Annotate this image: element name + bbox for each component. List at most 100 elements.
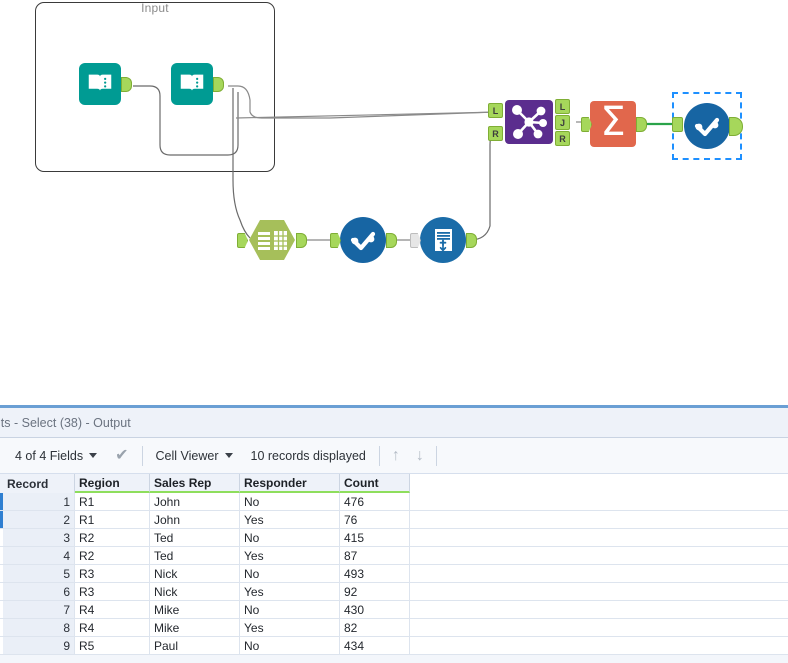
join-output-port-join[interactable]: J	[555, 115, 570, 130]
cell-region[interactable]: R3	[75, 565, 150, 582]
chevron-down-icon[interactable]	[224, 453, 233, 458]
cell-viewer-selector[interactable]: Cell Viewer	[147, 443, 242, 469]
cell-sales-rep[interactable]: Mike	[150, 619, 240, 636]
table-row[interactable]: 2 R1 John Yes 76	[0, 511, 788, 529]
cell-responder[interactable]: Yes	[240, 511, 340, 528]
cell-sales-rep[interactable]: John	[150, 493, 240, 510]
join-output-port-right[interactable]: R	[555, 131, 570, 146]
workflow-canvas[interactable]: Input L R L J R Σ	[0, 0, 788, 405]
scroll-up-button[interactable]: ↑	[384, 447, 408, 464]
output-port[interactable]	[636, 117, 647, 132]
table-row[interactable]: 5 R3 Nick No 493	[0, 565, 788, 583]
cell-region[interactable]: R1	[75, 511, 150, 528]
output-port[interactable]	[213, 77, 224, 92]
row-filler	[410, 493, 788, 510]
output-port[interactable]	[121, 77, 132, 92]
cell-responder[interactable]: Yes	[240, 583, 340, 600]
sigma-icon: Σ	[590, 101, 636, 147]
cell-count[interactable]: 76	[340, 511, 410, 528]
table-row[interactable]: 6 R3 Nick Yes 92	[0, 583, 788, 601]
scroll-down-button[interactable]: ↓	[408, 447, 432, 464]
select-tool[interactable]	[237, 216, 307, 264]
cell-sales-rep[interactable]: Mike	[150, 601, 240, 618]
cell-record[interactable]: 3	[3, 529, 75, 546]
cell-responder[interactable]: No	[240, 529, 340, 546]
input-port[interactable]	[237, 233, 248, 248]
cell-responder[interactable]: Yes	[240, 547, 340, 564]
cell-record[interactable]: 8	[3, 619, 75, 636]
cell-record[interactable]: 7	[3, 601, 75, 618]
cell-responder[interactable]: Yes	[240, 619, 340, 636]
table-row[interactable]: 7 R4 Mike No 430	[0, 601, 788, 619]
cell-region[interactable]: R2	[75, 547, 150, 564]
table-row[interactable]: 8 R4 Mike Yes 82	[0, 619, 788, 637]
cell-sales-rep[interactable]: Nick	[150, 583, 240, 600]
cell-count[interactable]: 476	[340, 493, 410, 510]
results-table[interactable]: Record Region Sales Rep Responder Count …	[0, 474, 788, 655]
row-filler	[410, 583, 788, 600]
cell-record[interactable]: 2	[3, 511, 75, 528]
check-icon: ✔	[115, 446, 129, 464]
output-port[interactable]	[386, 233, 397, 248]
cell-record[interactable]: 9	[3, 637, 75, 654]
cell-count[interactable]: 493	[340, 565, 410, 582]
input-data-tool-1[interactable]	[79, 63, 132, 105]
cell-sales-rep[interactable]: Paul	[150, 637, 240, 654]
browse-tool-selected[interactable]	[672, 103, 743, 149]
table-row[interactable]: 1 R1 John No 476	[0, 493, 788, 511]
apply-check-button[interactable]: ✔	[106, 443, 137, 469]
table-row[interactable]: 4 R2 Ted Yes 87	[0, 547, 788, 565]
cell-count[interactable]: 82	[340, 619, 410, 636]
cell-responder[interactable]: No	[240, 565, 340, 582]
cell-region[interactable]: R1	[75, 493, 150, 510]
tool-container[interactable]	[35, 2, 275, 172]
toolbar-divider	[141, 445, 143, 466]
cell-region[interactable]: R2	[75, 529, 150, 546]
cell-sales-rep[interactable]: John	[150, 511, 240, 528]
output-port[interactable]	[296, 233, 307, 248]
input-port[interactable]	[672, 117, 683, 132]
results-panel-title: lts - Select (38) - Output	[0, 408, 788, 438]
table-row[interactable]: 3 R2 Ted No 415	[0, 529, 788, 547]
column-header-region[interactable]: Region	[75, 474, 150, 493]
cell-record[interactable]: 4	[3, 547, 75, 564]
cell-count[interactable]: 92	[340, 583, 410, 600]
join-tool[interactable]: L R L J R	[488, 99, 570, 146]
column-header-record[interactable]: Record	[3, 474, 75, 493]
application-window: Input L R L J R Σ lts - Select (38) - Ou…	[0, 0, 788, 663]
cell-count[interactable]: 430	[340, 601, 410, 618]
table-row[interactable]: 9 R5 Paul No 434	[0, 637, 788, 655]
cell-record[interactable]: 1	[3, 493, 75, 510]
column-header-sales-rep[interactable]: Sales Rep	[150, 474, 240, 493]
fields-selector[interactable]: 4 of 4 Fields	[6, 443, 106, 469]
chevron-down-icon[interactable]	[89, 453, 98, 458]
input-data-tool-2[interactable]	[171, 63, 224, 105]
cell-region[interactable]: R4	[75, 619, 150, 636]
cell-responder[interactable]: No	[240, 493, 340, 510]
column-header-responder[interactable]: Responder	[240, 474, 340, 493]
browse-tool-1[interactable]	[330, 217, 397, 263]
cell-count[interactable]: 415	[340, 529, 410, 546]
cell-count[interactable]: 434	[340, 637, 410, 654]
join-output-port-left[interactable]: L	[555, 99, 570, 114]
column-header-count[interactable]: Count	[340, 474, 410, 493]
cell-region[interactable]: R4	[75, 601, 150, 618]
cell-record[interactable]: 5	[3, 565, 75, 582]
cell-sales-rep[interactable]: Ted	[150, 547, 240, 564]
cell-responder[interactable]: No	[240, 601, 340, 618]
results-panel-title-text: lts - Select (38) - Output	[0, 416, 131, 430]
summarize-tool[interactable]: Σ	[581, 101, 647, 147]
cell-sales-rep[interactable]: Ted	[150, 529, 240, 546]
join-input-port-right[interactable]: R	[488, 126, 503, 141]
union-tool[interactable]	[410, 217, 477, 263]
output-port[interactable]	[466, 233, 477, 248]
cell-region[interactable]: R3	[75, 583, 150, 600]
cell-sales-rep[interactable]: Nick	[150, 565, 240, 582]
sigma-glyph: Σ	[600, 99, 626, 145]
cell-region[interactable]: R5	[75, 637, 150, 654]
cell-record[interactable]: 6	[3, 583, 75, 600]
cell-responder[interactable]: No	[240, 637, 340, 654]
fields-label: 4 of 4 Fields	[15, 448, 84, 463]
join-input-port-left[interactable]: L	[488, 103, 503, 118]
cell-count[interactable]: 87	[340, 547, 410, 564]
